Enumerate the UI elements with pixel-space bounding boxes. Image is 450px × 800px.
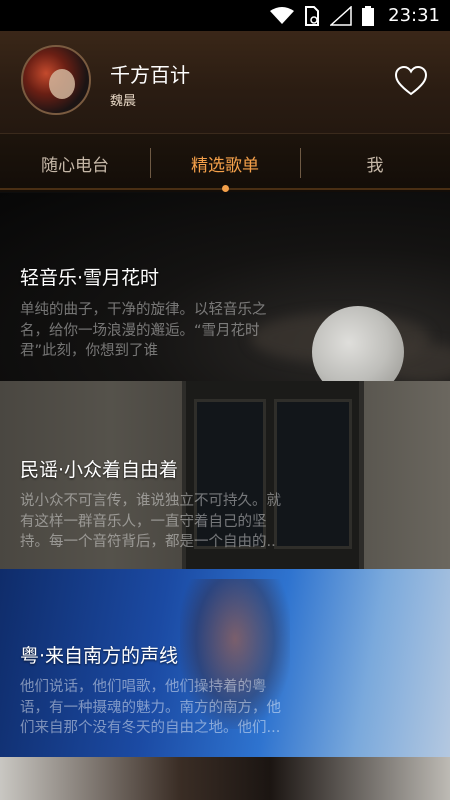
playlist-card[interactable]: 民谣·小众着自由着 说小众不可言传，谁说独立不可持久。就 有这样一群音乐人，一直… [0, 381, 450, 569]
artist-name: 魏晨 [110, 94, 137, 109]
playlist-description: 他们说话，他们唱歌，他们操持着的粤 语，有一种摄魂的魅力。南方的南方，他 们来自… [20, 679, 281, 736]
battery-icon [362, 5, 375, 26]
profile-header: 千方百计 魏晨 [0, 31, 450, 133]
avatar[interactable] [21, 45, 91, 115]
status-time: 23:31 [388, 5, 440, 26]
playlist-card[interactable]: 轻音乐·雪月花时 单纯的曲子，干净的旋律。以轻音乐之 名，给你一场浪漫的邂逅。“… [0, 193, 450, 381]
playlist-title: 民谣·小众着自由着 [20, 459, 179, 481]
tab-indicator-dot [222, 185, 229, 192]
signal-icon [330, 5, 352, 26]
tab-featured-playlists[interactable]: 精选歌单 [150, 134, 300, 192]
song-title: 千方百计 [110, 63, 190, 87]
playlist-description: 单纯的曲子，干净的旋律。以轻音乐之 名，给你一场浪漫的邂逅。“雪月花时 君”此刻… [20, 302, 267, 359]
tab-divider [150, 148, 151, 178]
sim-card-icon [304, 5, 320, 26]
tab-bar: 随心电台 精选歌单 我 [0, 133, 450, 192]
wifi-icon [270, 6, 295, 25]
playlist-title: 轻音乐·雪月花时 [20, 267, 160, 289]
tab-me[interactable]: 我 [300, 134, 450, 192]
status-bar: 23:31 [0, 0, 450, 31]
playlist-card[interactable]: 粤·来自南方的声线 他们说话，他们唱歌，他们操持着的粤 语，有一种摄魂的魅力。南… [0, 569, 450, 757]
playlist-description: 说小众不可言传，谁说独立不可持久。就 有这样一群音乐人，一直守着自己的坚 持。每… [20, 493, 281, 550]
tab-radio[interactable]: 随心电台 [0, 134, 150, 192]
tab-divider [300, 148, 301, 178]
playlist-title: 粤·来自南方的声线 [20, 645, 179, 667]
heart-outline-icon[interactable] [394, 65, 428, 97]
playlist-card[interactable] [0, 757, 450, 800]
